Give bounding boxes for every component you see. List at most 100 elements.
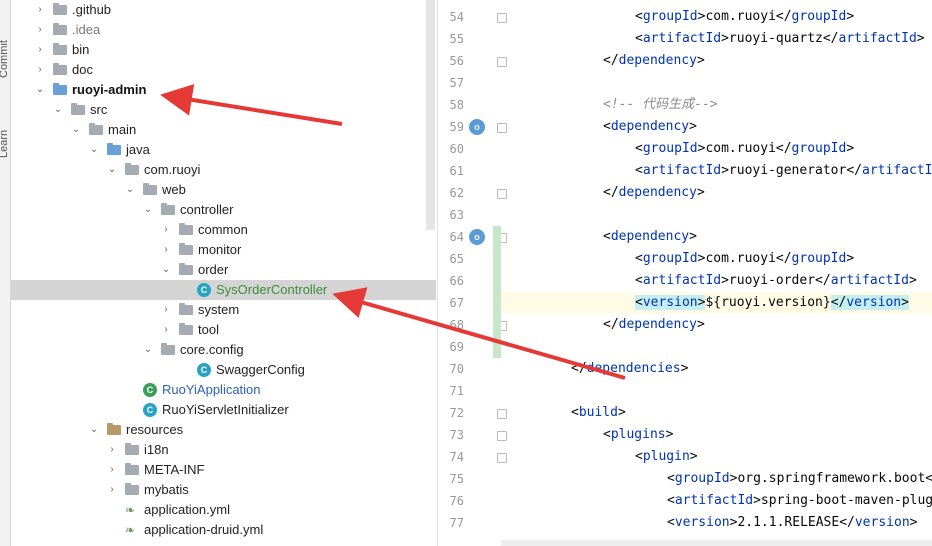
code-line[interactable]: </dependencies> (571, 358, 688, 380)
code-line[interactable]: <dependency> (603, 226, 697, 248)
chevron-down-icon[interactable]: ⌄ (143, 340, 153, 360)
package-icon (179, 323, 193, 337)
chevron-down-icon[interactable]: ⌄ (107, 160, 117, 180)
package-icon (179, 303, 193, 317)
chevron-right-icon[interactable]: › (161, 220, 171, 240)
class-icon: C (143, 403, 157, 417)
tree-item-doc[interactable]: › doc (11, 60, 436, 80)
chevron-right-icon[interactable]: › (161, 300, 171, 320)
maven-dependency-icon[interactable]: o (469, 119, 485, 135)
line-number: 57 (449, 76, 464, 90)
code-line[interactable]: </dependency> (603, 314, 705, 336)
tree-item-i18n[interactable]: › i18n (11, 440, 436, 460)
chevron-right-icon[interactable]: › (161, 240, 171, 260)
chevron-right-icon[interactable]: › (107, 460, 117, 480)
code-editor[interactable]: 54 55 56 57 58 59 o 60 61 62 63 64 o 65 66 67 68 69 70 71 72… (437, 0, 932, 546)
commit-tab[interactable]: Commit (0, 40, 10, 78)
resources-folder-icon (107, 423, 121, 437)
tree-item-label: common (198, 222, 248, 237)
tree-item-label: java (126, 142, 150, 157)
line-number: 74 (449, 450, 464, 464)
chevron-right-icon[interactable]: › (161, 320, 171, 340)
code-line[interactable]: <version>${ruoyi.version}</version> (635, 292, 909, 314)
chevron-down-icon[interactable]: ⌄ (71, 120, 81, 140)
chevron-right-icon[interactable]: › (35, 40, 45, 60)
tree-item-main[interactable]: ⌄ main (11, 120, 436, 140)
tree-item-bin[interactable]: › bin (11, 40, 436, 60)
chevron-down-icon[interactable]: ⌄ (89, 140, 99, 160)
chevron-down-icon[interactable]: ⌄ (89, 420, 99, 440)
tree-item-web[interactable]: ⌄ web (11, 180, 436, 200)
tree-item-com-ruoyi[interactable]: ⌄ com.ruoyi (11, 160, 436, 180)
tree-item-application-yml[interactable]: ❧ application.yml (11, 500, 436, 520)
tree-item-src[interactable]: ⌄ src (11, 100, 436, 120)
code-line[interactable]: </dependency> (603, 50, 705, 72)
code-line[interactable]: <artifactId>ruoyi-order</artifactId> (635, 270, 917, 292)
tree-item-ruoyi-admin[interactable]: ⌄ ruoyi-admin (11, 80, 436, 100)
line-number: 61 (449, 164, 464, 178)
chevron-right-icon[interactable]: › (35, 0, 45, 20)
source-folder-icon (107, 143, 121, 157)
code-line[interactable]: <plugins> (603, 424, 673, 446)
tree-item-ruoyiapplication[interactable]: C RuoYiApplication (11, 380, 436, 400)
code-line[interactable]: <groupId>org.springframework.boot</gr (667, 468, 932, 490)
tree-item-swaggerconfig[interactable]: C SwaggerConfig (11, 360, 436, 380)
tree-item-mybatis[interactable]: › mybatis (11, 480, 436, 500)
chevron-down-icon[interactable]: ⌄ (125, 180, 135, 200)
tree-item-idea[interactable]: › .idea (11, 20, 436, 40)
tree-item-tool[interactable]: › tool (11, 320, 436, 340)
tree-item-common[interactable]: › common (11, 220, 436, 240)
tree-item-label: RuoYiApplication (162, 382, 261, 397)
tree-item-ruoyiservletinitializer[interactable]: C RuoYiServletInitializer (11, 400, 436, 420)
horizontal-scrollbar[interactable] (501, 540, 932, 546)
chevron-right-icon[interactable]: › (35, 60, 45, 80)
chevron-right-icon[interactable]: › (107, 440, 117, 460)
tree-item-label: application-druid.yml (144, 522, 264, 537)
chevron-down-icon[interactable]: ⌄ (143, 200, 153, 220)
code-line[interactable]: <dependency> (603, 116, 697, 138)
code-line[interactable]: <build> (571, 402, 626, 424)
code-line[interactable]: </dependency> (603, 182, 705, 204)
learn-tab[interactable]: Learn (0, 130, 10, 158)
tree-item-sysordercontroller[interactable]: C SysOrderController (11, 280, 436, 300)
tree-item-meta-inf[interactable]: › META-INF (11, 460, 436, 480)
code-line[interactable]: <version>2.1.1.RELEASE</version> (667, 512, 917, 534)
tree-item-monitor[interactable]: › monitor (11, 240, 436, 260)
chevron-right-icon[interactable]: › (107, 480, 117, 500)
code-line[interactable]: <groupId>com.ruoyi</groupId> (635, 138, 854, 160)
code-line[interactable]: <groupId>com.ruoyi</groupId> (635, 6, 854, 28)
chevron-down-icon[interactable]: ⌄ (161, 260, 171, 280)
tree-item-system[interactable]: › system (11, 300, 436, 320)
tree-item-github[interactable]: › .github (11, 0, 436, 20)
chevron-down-icon[interactable]: ⌄ (35, 80, 45, 100)
tree-scrollbar[interactable] (426, 0, 435, 230)
line-number: 60 (449, 142, 464, 156)
line-number: 66 (449, 274, 464, 288)
tree-item-core-config[interactable]: ⌄ core.config (11, 340, 436, 360)
tree-item-label: tool (198, 322, 219, 337)
change-marker[interactable] (493, 226, 501, 358)
tree-item-java[interactable]: ⌄ java (11, 140, 436, 160)
tree-item-label: RuoYiServletInitializer (162, 402, 289, 417)
tree-item-controller[interactable]: ⌄ controller (11, 200, 436, 220)
tree-item-resources[interactable]: ⌄ resources (11, 420, 436, 440)
code-line[interactable]: <groupId>com.ruoyi</groupId> (635, 248, 854, 270)
code-area[interactable]: <groupId>com.ruoyi</groupId> <artifactId>… (501, 0, 932, 546)
maven-dependency-icon[interactable]: o (469, 229, 485, 245)
yml-icon: ❧ (125, 503, 136, 517)
code-line[interactable]: <artifactId>spring-boot-maven-plugin< (667, 490, 932, 512)
code-line[interactable]: <artifactId>ruoyi-quartz</artifactId> (635, 28, 925, 50)
chevron-right-icon[interactable]: › (35, 20, 45, 40)
tree-item-label: src (90, 102, 108, 117)
line-number: 72 (449, 406, 464, 420)
tree-item-application-druid-yml[interactable]: ❧ application-druid.yml (11, 520, 436, 540)
code-line[interactable]: <artifactId>ruoyi-generator</artifactId> (635, 160, 932, 182)
tree-item-label: .idea (72, 22, 101, 37)
yml-icon: ❧ (125, 523, 136, 537)
code-line[interactable]: <!-- 代码生成--> (603, 94, 718, 116)
tree-item-order[interactable]: ⌄ order (11, 260, 436, 280)
code-line[interactable]: <plugin> (635, 446, 698, 468)
chevron-down-icon[interactable]: ⌄ (53, 100, 63, 120)
package-icon (125, 163, 139, 177)
line-number: 55 (449, 32, 464, 46)
